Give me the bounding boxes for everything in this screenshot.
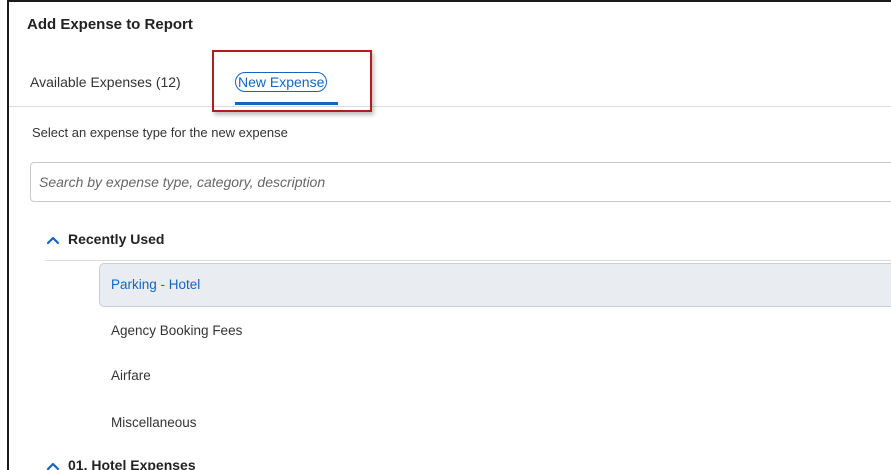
expense-type-label: Parking - Hotel [111, 277, 201, 292]
expense-type-label: Agency Booking Fees [111, 323, 243, 338]
section-header-recently-used[interactable]: Recently Used [46, 231, 164, 247]
expense-type-label: Miscellaneous [111, 415, 197, 430]
chevron-up-icon [46, 463, 60, 470]
add-expense-dialog: Add Expense to Report Available Expenses… [7, 0, 891, 470]
section-header-hotel-expenses[interactable]: 01. Hotel Expenses [46, 457, 196, 470]
dialog-title: Add Expense to Report [27, 16, 193, 33]
expense-type-item[interactable]: Agency Booking Fees [99, 309, 891, 353]
section-title: Recently Used [68, 231, 165, 247]
expense-type-item[interactable]: Miscellaneous [99, 401, 891, 445]
annotation-highlight-box [212, 50, 372, 112]
tab-bar: Available Expenses (12) New Expense [9, 60, 891, 107]
section-divider [45, 260, 891, 261]
expense-type-search-input[interactable] [30, 162, 891, 202]
expense-type-label: Airfare [111, 368, 151, 383]
tab-available-expenses[interactable]: Available Expenses (12) [30, 74, 181, 90]
instruction-text: Select an expense type for the new expen… [32, 125, 288, 140]
expense-type-item[interactable]: Parking - Hotel [99, 263, 891, 307]
section-title: 01. Hotel Expenses [68, 457, 196, 470]
expense-type-item[interactable]: Airfare [99, 354, 891, 398]
chevron-up-icon [46, 237, 60, 245]
